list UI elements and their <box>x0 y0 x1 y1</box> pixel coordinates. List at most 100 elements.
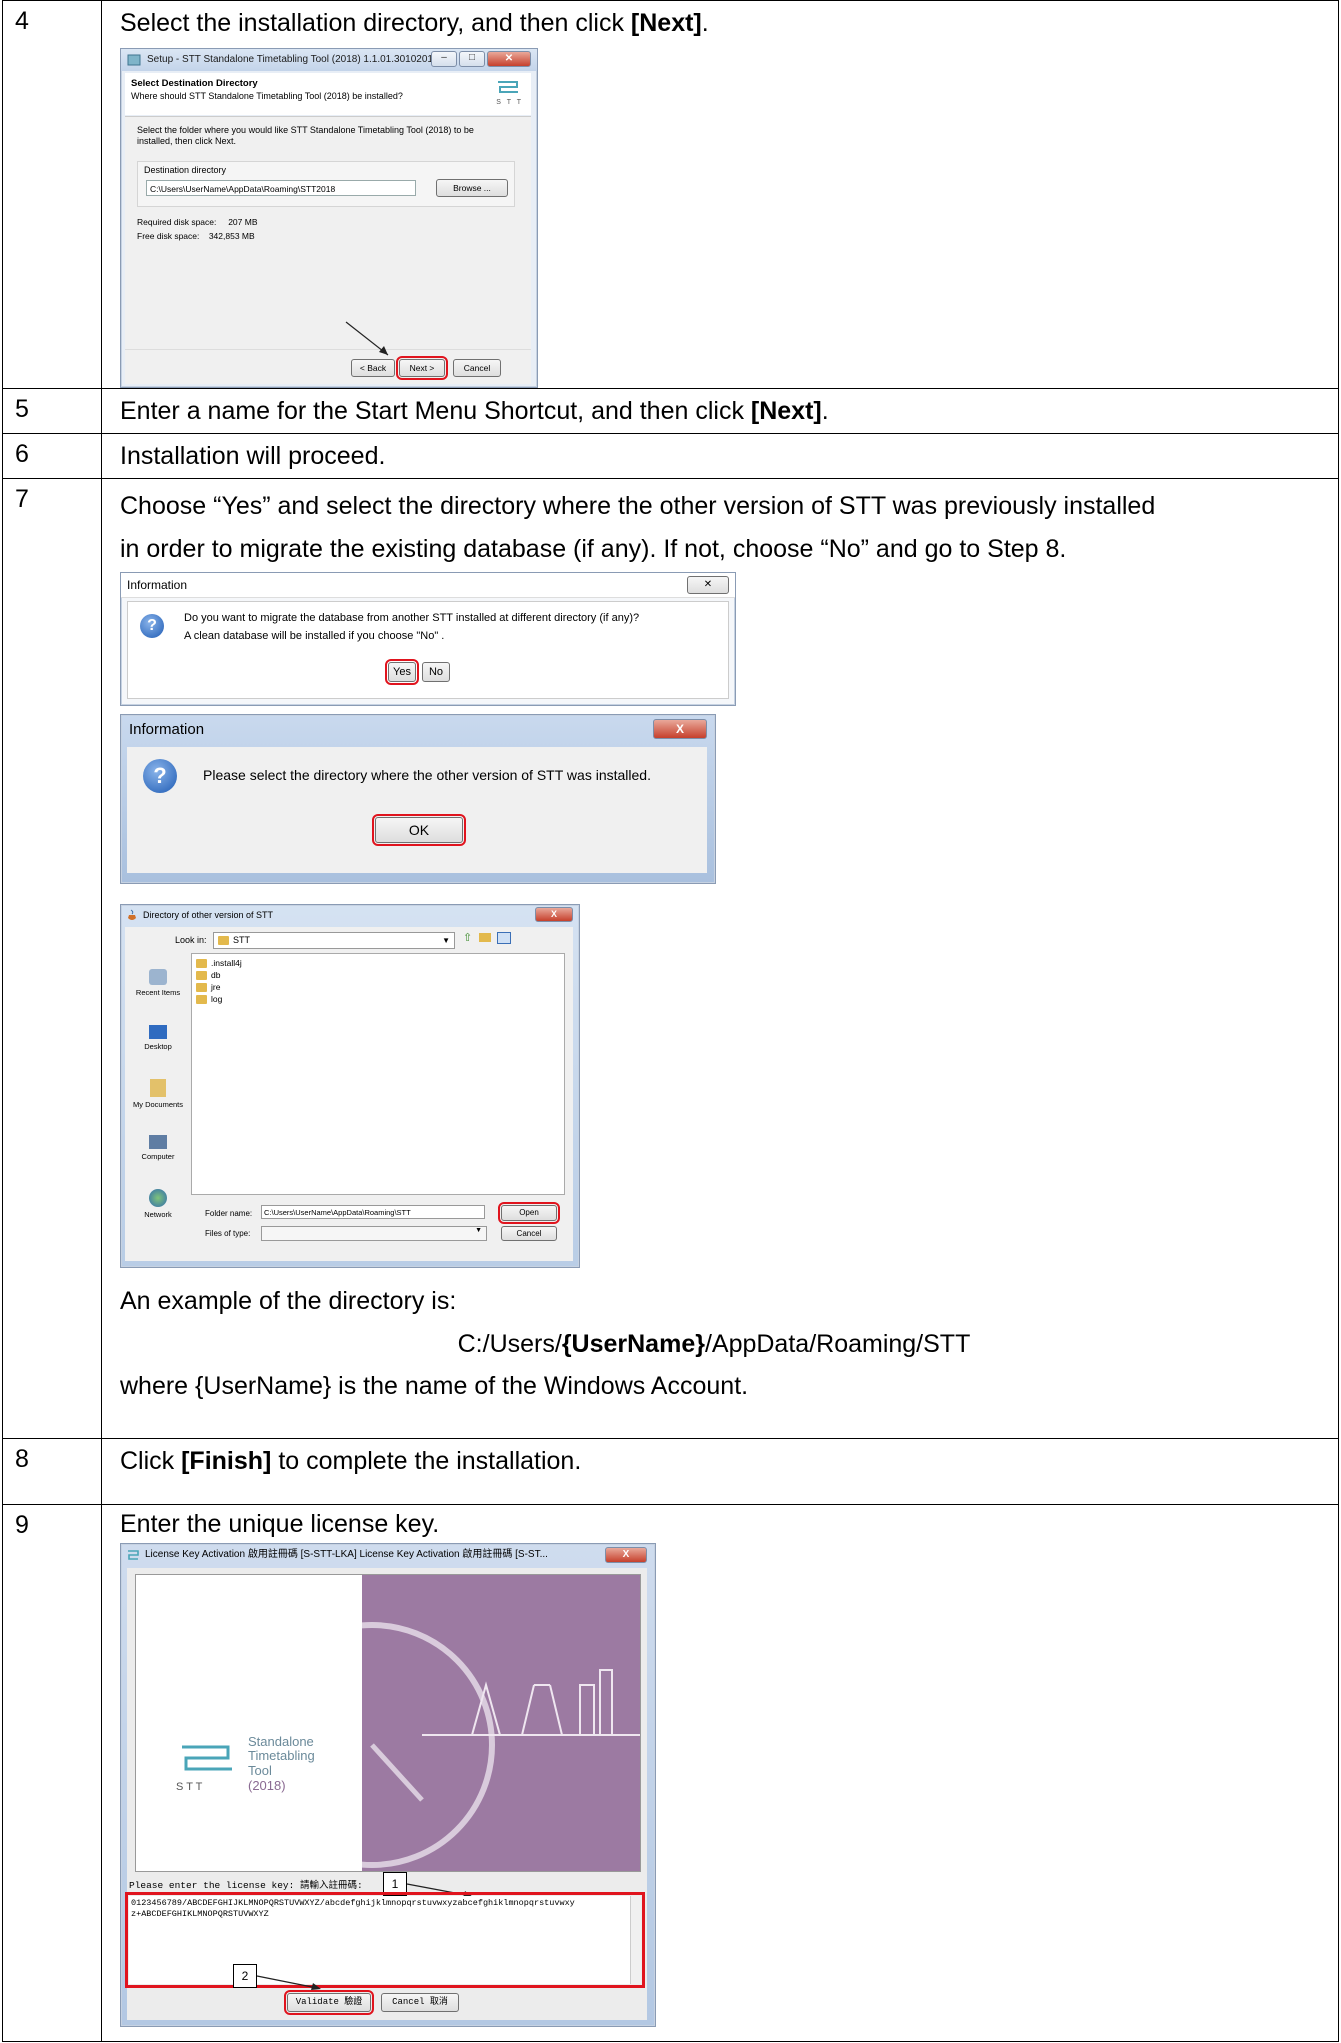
documents-icon <box>150 1079 166 1097</box>
yes-button[interactable]: Yes <box>385 659 419 685</box>
java-icon <box>128 909 136 920</box>
folder-icon <box>196 983 207 993</box>
files-of-type-label: Files of type: <box>205 1229 251 1238</box>
license-dialog: License Key Activation 啟用註冊碼 [S-STT-LKA]… <box>120 1542 656 2027</box>
info-message-1: Do you want to migrate the database from… <box>184 612 640 624</box>
path-prefix: C:/Users/ <box>457 1329 562 1358</box>
folder-name-input[interactable]: C:\Users\UserName\AppData\Roaming\STT <box>261 1205 485 1219</box>
file-list-items: .install4j db jre log <box>192 954 564 1005</box>
list-item[interactable]: .install4j <box>196 957 564 969</box>
chevron-down-icon: ▼ <box>442 936 450 945</box>
banner-graphic <box>362 1574 640 1871</box>
example-path: C:/Users/{UserName}/AppData/Roaming/STT <box>120 1323 1338 1366</box>
file-name: .install4j <box>211 958 242 968</box>
step-text: Select the installation directory, and t… <box>120 9 631 37</box>
file-name: log <box>211 994 223 1004</box>
info-dialog-ok: Information X ? Please select the direct… <box>120 714 716 884</box>
stt-logo-icon <box>182 1745 232 1770</box>
info-title: Information <box>127 578 188 592</box>
close-button[interactable]: X <box>653 719 707 739</box>
step-text: Installation will proceed. <box>120 442 386 470</box>
list-item[interactable]: jre <box>196 981 564 993</box>
license-key-input[interactable]: 0123456789/ABCDEFGHIJKLMNOPQRSTUVWXYZ/ab… <box>125 1891 645 1988</box>
pointer-arrow-icon <box>256 1974 321 1990</box>
step-row-7: 7 Choose “Yes” and select the directory … <box>2 478 1339 1439</box>
place-label: Desktop <box>144 1042 172 1051</box>
lookin-label: Look in: <box>175 935 207 945</box>
step-text: Enter the unique license key. <box>120 1510 440 1538</box>
stt-logo-text: S T T <box>176 1780 203 1793</box>
step-text-end: . <box>701 9 709 37</box>
folder-icon <box>196 995 207 1005</box>
step-number: 8 <box>2 1438 102 1505</box>
directory-file-dialog: Directory of other version of STT X Look… <box>120 904 580 1268</box>
up-folder-icon[interactable]: ⇧ <box>463 932 472 945</box>
step-text-bold: [Finish] <box>181 1447 272 1475</box>
step-row-9: 9 Enter the unique license key. License … <box>2 1504 1339 2042</box>
example-intro: An example of the directory is: <box>120 1287 457 1315</box>
file-list: .install4j db jre log <box>191 953 565 1195</box>
setup-window: Setup - STT Standalone Timetabling Tool … <box>120 47 538 388</box>
question-icon: ? <box>143 759 177 793</box>
license-banner: S T T Standalone Timetabling Tool (2018) <box>135 1573 641 1872</box>
folder-name-label: Folder name: <box>205 1209 253 1218</box>
lookin-select[interactable]: STT ▼ <box>213 932 455 949</box>
step-content: Enter a name for the Start Menu Shortcut… <box>101 388 1339 434</box>
list-item[interactable]: db <box>196 969 564 981</box>
callout-2: 2 <box>233 1963 257 1988</box>
computer-icon <box>149 1135 167 1149</box>
step-content: Choose “Yes” and select the directory wh… <box>101 478 1339 1439</box>
place-desktop[interactable]: Desktop <box>129 1025 187 1051</box>
brand-line: Tool <box>248 1763 272 1779</box>
step-row-6: 6 Installation will proceed. <box>2 433 1339 479</box>
place-label: Network <box>144 1210 172 1219</box>
brand-line: Standalone <box>248 1733 314 1749</box>
step-content: Enter the unique license key. License Ke… <box>101 1504 1339 2042</box>
license-body: S T T Standalone Timetabling Tool (2018)… <box>125 1567 647 2020</box>
question-icon: ? <box>140 614 164 638</box>
place-label: Computer <box>141 1152 175 1161</box>
folder-icon <box>196 959 207 969</box>
validate-button[interactable]: Validate 驗證 <box>284 1989 374 2015</box>
step-row-8: 8 Click [Finish] to complete the install… <box>2 1438 1339 1505</box>
new-folder-icon[interactable] <box>479 933 491 942</box>
step-number: 7 <box>2 478 102 1439</box>
open-button[interactable]: Open <box>498 1202 560 1224</box>
place-recent-items[interactable]: Recent Items <box>129 969 187 997</box>
pointer-arrow-icon <box>345 321 389 355</box>
lookin-value: STT <box>233 935 250 945</box>
step-content: Select the installation directory, and t… <box>101 0 1339 389</box>
step-number: 6 <box>2 433 102 479</box>
step-text-end: . <box>821 397 829 425</box>
license-key-line-2: z+ABCDEFGHIKLMNOPQRSTUVWXYZ <box>131 1908 269 1919</box>
files-of-type-select[interactable]: ▼ <box>261 1226 487 1241</box>
no-button[interactable]: No <box>422 662 450 682</box>
close-button[interactable]: ✕ <box>687 576 729 594</box>
place-computer[interactable]: Computer <box>129 1135 187 1161</box>
info-body: ? Please select the directory where the … <box>127 747 707 873</box>
folder-icon <box>196 971 207 981</box>
cancel-button[interactable]: Cancel <box>501 1226 557 1241</box>
science-illustration-icon <box>362 1621 640 1868</box>
place-network[interactable]: Network <box>129 1189 187 1219</box>
brand-year: (2018) <box>248 1778 286 1794</box>
step-text-bold: [Next] <box>750 397 822 425</box>
ok-button[interactable]: OK <box>372 814 466 846</box>
step-number: 5 <box>2 388 102 434</box>
place-my-documents[interactable]: My Documents <box>129 1079 187 1109</box>
file-dialog-titlebar: Directory of other version of STT X <box>121 905 579 925</box>
cancel-button[interactable]: Cancel 取消 <box>381 1992 459 2012</box>
view-menu-icon[interactable] <box>497 932 511 944</box>
scrollbar[interactable] <box>630 1895 641 1984</box>
license-titlebar: License Key Activation 啟用註冊碼 [S-STT-LKA]… <box>121 1544 655 1566</box>
chevron-down-icon: ▼ <box>475 1227 482 1234</box>
close-button[interactable]: X <box>605 1546 647 1563</box>
step-text-bold: [Next] <box>630 9 702 37</box>
step-text-end: to complete the installation. <box>271 1447 582 1475</box>
info-body: ? Do you want to migrate the database fr… <box>127 601 729 699</box>
list-item[interactable]: log <box>196 993 564 1005</box>
stt-app-icon <box>128 1549 139 1560</box>
close-button[interactable]: X <box>535 907 573 922</box>
license-key-line-1: 0123456789/ABCDEFGHIJKLMNOPQRSTUVWXYZ/ab… <box>131 1897 575 1908</box>
file-dialog-title: Directory of other version of STT <box>143 910 274 920</box>
